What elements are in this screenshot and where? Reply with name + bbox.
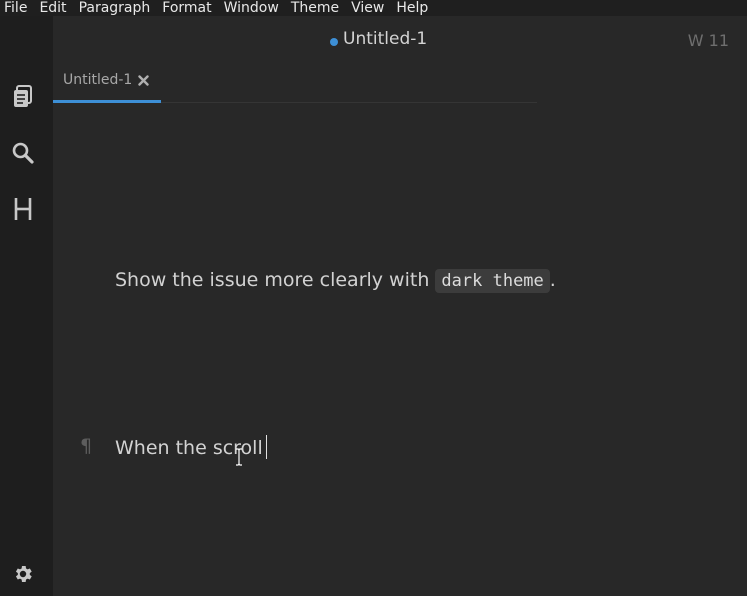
menu-view[interactable]: View	[347, 0, 392, 16]
menu-help[interactable]: Help	[392, 0, 436, 16]
close-icon[interactable]	[136, 72, 150, 88]
menu-window[interactable]: Window	[220, 0, 287, 16]
heading-outline-icon[interactable]	[10, 196, 36, 222]
paragraph-1-end: .	[549, 269, 556, 291]
tab-bar: Untitled-1	[53, 64, 537, 103]
menu-paragraph[interactable]: Paragraph	[75, 0, 159, 16]
gear-icon[interactable]	[10, 561, 36, 587]
word-count[interactable]: W 11	[688, 31, 729, 50]
menu-format[interactable]: Format	[158, 0, 219, 16]
paragraph-1-text: Show the issue more clearly with	[115, 269, 436, 291]
menu-theme[interactable]: Theme	[287, 0, 347, 16]
files-icon-svg	[14, 85, 32, 107]
menu-edit[interactable]: Edit	[35, 0, 74, 16]
sidebar	[0, 16, 53, 596]
document-title: Untitled-1	[343, 29, 428, 49]
search-icon-svg	[12, 142, 34, 164]
inline-code: dark theme	[435, 269, 550, 293]
unsaved-indicator	[330, 38, 338, 46]
close-icon-svg	[137, 74, 149, 86]
heading-outline-icon-svg	[14, 198, 32, 220]
editor-area: Untitled-1 W 11 Untitled-1 Show the issu…	[53, 16, 747, 596]
tab-untitled-1[interactable]: Untitled-1	[53, 64, 161, 103]
menu-bar: File Edit Paragraph Format Window Theme …	[0, 0, 747, 16]
files-icon[interactable]	[10, 84, 36, 110]
title-bar: Untitled-1 W 11	[53, 16, 747, 64]
ibeam-cursor-icon	[236, 448, 242, 466]
search-icon[interactable]	[10, 140, 36, 166]
menu-file[interactable]: File	[0, 0, 35, 16]
paragraph-marker-icon[interactable]: ¶	[80, 435, 92, 457]
gear-icon-svg	[15, 566, 32, 582]
text-caret	[265, 435, 267, 459]
tab-label: Untitled-1	[63, 72, 133, 88]
paragraph-1[interactable]: Show the issue more clearly with dark th…	[115, 266, 556, 295]
